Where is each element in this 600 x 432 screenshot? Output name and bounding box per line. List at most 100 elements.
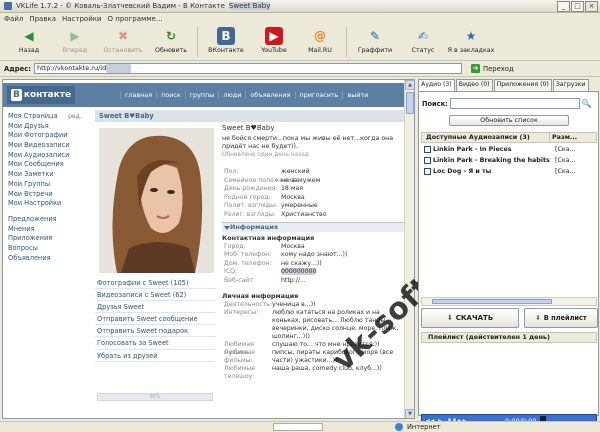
forward-button[interactable]: ▶ Вперед bbox=[52, 25, 98, 59]
tab-video[interactable]: Видео (0) bbox=[455, 79, 493, 91]
nav-logout[interactable]: выйти bbox=[342, 91, 372, 99]
graffiti-button[interactable]: ✎ Граффити bbox=[350, 25, 400, 59]
friends-link[interactable]: Друзья Sweet bbox=[95, 301, 215, 314]
search-input[interactable] bbox=[449, 98, 580, 109]
leftnav-settings[interactable]: Мои Настройки bbox=[8, 199, 88, 209]
table-row[interactable]: Linkin Park - Breaking the habits [Ска..… bbox=[421, 155, 597, 165]
info-value[interactable]: женский bbox=[281, 168, 310, 175]
leftnav-apps[interactable]: Приложения bbox=[8, 234, 88, 244]
search-icon[interactable]: 🔍 bbox=[582, 99, 592, 109]
info-value[interactable]: Христианство bbox=[281, 211, 327, 218]
window-title: VKLife 1.7.2 - © Коваль-Златчевский Вади… bbox=[16, 2, 225, 10]
leftnav-questions[interactable]: Вопросы bbox=[8, 244, 88, 254]
info-key: День рождения: bbox=[224, 185, 278, 193]
leftnav-edit-link[interactable]: ред. bbox=[68, 113, 82, 120]
track-download-link[interactable]: [Ска... bbox=[551, 168, 597, 175]
info-section-toggle[interactable]: Информация bbox=[222, 221, 405, 232]
nav-groups[interactable]: группы bbox=[184, 91, 219, 99]
close-button[interactable]: × bbox=[585, 1, 598, 12]
address-input[interactable]: http://vkontakte.ru/id000000 bbox=[33, 63, 462, 74]
leftnav-videos[interactable]: Мои Видеозаписи bbox=[8, 141, 88, 151]
info-value[interactable]: Москва bbox=[281, 194, 305, 201]
youtube-button[interactable]: ▶ YouTube bbox=[251, 25, 297, 59]
track-download-link[interactable]: [Ска... bbox=[551, 146, 597, 153]
nav-invite[interactable]: пригласить bbox=[294, 91, 343, 99]
scroll-down-icon[interactable]: ▼ bbox=[405, 409, 414, 418]
send-message-link[interactable]: Отправить Sweet сообщение bbox=[95, 313, 215, 326]
mailru-icon: @ bbox=[314, 29, 326, 43]
forward-arrow-icon: ▶ bbox=[70, 29, 80, 43]
profile-photo[interactable] bbox=[99, 128, 214, 273]
back-button[interactable]: ◀ Назад bbox=[6, 25, 52, 59]
info-value[interactable]: не замужем bbox=[281, 177, 320, 184]
refresh-button[interactable]: ↻ Обновить bbox=[148, 25, 194, 59]
info-value[interactable]: умеренные bbox=[281, 202, 318, 209]
website-link[interactable]: http://... bbox=[281, 277, 306, 284]
leftnav-photos[interactable]: Мои Фотографии bbox=[8, 131, 88, 141]
leftnav-notes[interactable]: Мои Заметки bbox=[8, 170, 88, 180]
go-arrow-icon[interactable]: ➜ bbox=[470, 64, 480, 73]
maximize-button[interactable]: □ bbox=[571, 1, 584, 12]
add-to-playlist-button[interactable]: ⬇ В плейлист bbox=[524, 308, 598, 328]
address-value: http://vkontakte.ru/id bbox=[36, 64, 107, 72]
vote-link[interactable]: Голосовать за Sweet bbox=[95, 337, 215, 350]
menu-about[interactable]: О программе... bbox=[108, 15, 163, 23]
hscroll-thumb[interactable] bbox=[432, 299, 552, 304]
tab-apps[interactable]: Приложения (0) bbox=[493, 79, 552, 91]
leftnav-friends[interactable]: Мои Друзья bbox=[8, 122, 88, 132]
remove-friend-link[interactable]: Убрать из друзей bbox=[95, 350, 215, 362]
table-row[interactable]: Linkin Park - In Pieces [Ска... bbox=[421, 144, 597, 154]
leftnav-opinions[interactable]: Мнения bbox=[8, 225, 88, 235]
vk-button[interactable]: B ВКонтакте bbox=[201, 25, 251, 59]
tab-audio[interactable]: Аудио (3) bbox=[418, 79, 455, 91]
track-checkbox[interactable] bbox=[424, 167, 431, 175]
audio-hscrollbar[interactable] bbox=[421, 297, 597, 306]
scroll-thumb[interactable] bbox=[406, 92, 414, 114]
forward-label: Вперед bbox=[62, 47, 88, 54]
leftnav-my-page[interactable]: Моя Страница ред. bbox=[8, 112, 88, 122]
nav-ads[interactable]: объявления bbox=[245, 91, 294, 99]
leftnav-events[interactable]: Мои Встречи bbox=[8, 190, 88, 200]
menu-settings[interactable]: Настройки bbox=[62, 15, 102, 23]
stop-button[interactable]: ✖ Остановить bbox=[98, 25, 148, 59]
send-gift-link[interactable]: Отправить Sweet подарок bbox=[95, 325, 215, 338]
photos-with-link[interactable]: Фотографии с Sweet (105) bbox=[95, 277, 215, 290]
leftnav-messages[interactable]: Мои Сообщения bbox=[8, 160, 88, 170]
contact-value: кому надо знают...)) bbox=[281, 251, 348, 259]
track-checkbox[interactable] bbox=[424, 145, 431, 153]
track-download-link[interactable]: [Ска... bbox=[551, 157, 597, 164]
nav-home[interactable]: главная bbox=[120, 91, 156, 99]
leftnav-groups[interactable]: Мои Группы bbox=[8, 180, 88, 190]
stop-icon: ✖ bbox=[117, 29, 129, 43]
mailru-button[interactable]: @ Mail.RU bbox=[297, 25, 343, 59]
go-button[interactable]: Переход bbox=[483, 65, 514, 73]
menu-edit[interactable]: Правка bbox=[29, 15, 56, 23]
track-checkbox[interactable] bbox=[424, 156, 431, 164]
status-button[interactable]: ✍ Статус bbox=[400, 25, 446, 59]
nav-people[interactable]: люди bbox=[218, 91, 245, 99]
contact-value[interactable]: Москва bbox=[281, 243, 305, 250]
minimize-button[interactable]: _ bbox=[557, 1, 570, 12]
bookmarks-button[interactable]: ★ Я в закладках bbox=[446, 25, 496, 59]
info-value[interactable]: 18 мая bbox=[281, 185, 303, 192]
table-row[interactable]: Loc Dog - Я и ты [Ска... bbox=[421, 166, 597, 176]
col-size[interactable]: Разм... bbox=[550, 133, 596, 142]
download-button[interactable]: ⬇ СКАЧАТЬ bbox=[421, 308, 519, 328]
tab-downloads[interactable]: Загрузки bbox=[552, 79, 589, 91]
vk-logo[interactable]: Bконтакте bbox=[7, 86, 76, 104]
menu-file[interactable]: Файл bbox=[4, 15, 23, 23]
info-row: Пол: женский bbox=[222, 168, 405, 177]
col-audio-name[interactable]: Доступные Аудиозаписи (3) bbox=[422, 133, 550, 142]
leftnav-classifieds[interactable]: Объявления bbox=[8, 254, 88, 264]
profile-status: не бойся смерти...пока мы живы её нет...… bbox=[222, 135, 394, 150]
refresh-list-button[interactable]: Обновить список bbox=[449, 115, 569, 126]
contact-title: Контактная информация bbox=[222, 233, 315, 242]
scroll-up-icon[interactable]: ▲ bbox=[405, 80, 414, 90]
leftnav-offers[interactable]: Предложения bbox=[8, 215, 88, 225]
personal-key: Любимые телешоу: bbox=[224, 364, 256, 380]
videos-with-link[interactable]: Видеозаписи с Sweet (62) bbox=[95, 289, 215, 302]
browser-scrollbar[interactable]: ▲ ▼ bbox=[404, 80, 414, 418]
app-icon bbox=[4, 2, 12, 10]
nav-search[interactable]: поиск bbox=[156, 91, 185, 99]
leftnav-audio[interactable]: Мои Аудиозаписи bbox=[8, 151, 88, 161]
